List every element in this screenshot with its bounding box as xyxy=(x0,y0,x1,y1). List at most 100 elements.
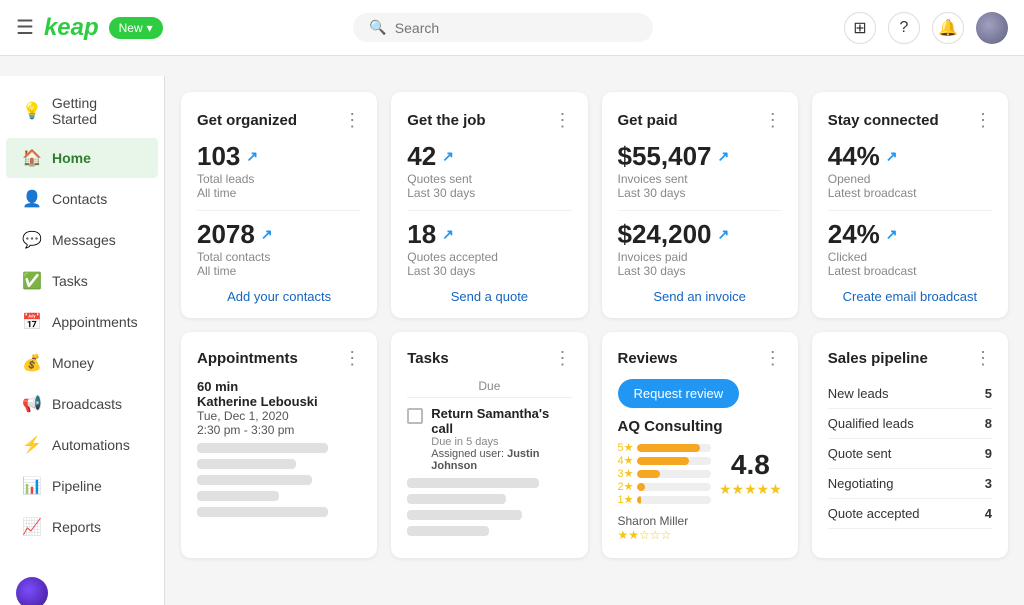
task-item: Return Samantha's call Due in 5 days Ass… xyxy=(407,406,571,472)
appointment-name: Katherine Lebouski xyxy=(197,394,361,409)
star-2-icon: 2★ xyxy=(618,480,634,493)
get-the-job-card: Get the job ⋮ 42 ↗ Quotes sent Last 30 d… xyxy=(391,92,587,318)
request-review-button[interactable]: Request review xyxy=(618,379,740,408)
opened-link[interactable]: ↗ xyxy=(886,148,898,165)
app-logo: keap xyxy=(44,14,99,42)
user-avatar[interactable] xyxy=(976,12,1008,44)
get-paid-menu[interactable]: ⋮ xyxy=(764,110,782,131)
invoices-paid-link[interactable]: ↗ xyxy=(717,226,729,243)
skeleton-line xyxy=(197,475,312,485)
get-the-job-menu[interactable]: ⋮ xyxy=(554,110,572,131)
quotes-sent-value: 42 ↗ xyxy=(407,141,571,172)
review-bar-3: 3★ xyxy=(618,467,711,480)
add-contacts-link[interactable]: Add your contacts xyxy=(227,289,331,304)
new-button[interactable]: New ▾ xyxy=(109,17,163,39)
review-bar-5: 5★ xyxy=(618,441,711,454)
sidebar-item-money[interactable]: 💰 Money xyxy=(6,343,158,383)
reviews-card-menu[interactable]: ⋮ xyxy=(764,348,782,369)
skeleton-line xyxy=(197,459,296,469)
opened-label: Opened Latest broadcast xyxy=(828,172,992,200)
get-the-job-title: Get the job xyxy=(407,112,485,129)
tasks-due-header: Due xyxy=(407,379,571,398)
quotes-accepted-link[interactable]: ↗ xyxy=(442,226,454,243)
star-4-icon: 4★ xyxy=(618,454,634,467)
appointments-card-title: Appointments xyxy=(197,350,298,367)
invoices-sent-value: $55,407 ↗ xyxy=(618,141,782,172)
sidebar-item-automations[interactable]: ⚡ Automations xyxy=(6,425,158,465)
quotes-sent-link[interactable]: ↗ xyxy=(442,148,454,165)
reviewer-stars: ★★☆☆☆ xyxy=(618,528,782,542)
sidebar-item-messages[interactable]: 💬 Messages xyxy=(6,220,158,260)
contacts-icon: 👤 xyxy=(22,189,42,209)
skeleton-line xyxy=(407,526,489,536)
sidebar-item-broadcasts[interactable]: 📢 Broadcasts xyxy=(6,384,158,424)
skeleton-line xyxy=(197,443,328,453)
skeleton-line xyxy=(197,491,279,501)
tasks-card-title: Tasks xyxy=(407,350,448,367)
get-paid-card: Get paid ⋮ $55,407 ↗ Invoices sent Last … xyxy=(602,92,798,318)
top-navigation: ☰ keap New ▾ 🔍 ⊞ ? 🔔 xyxy=(0,0,1024,56)
sidebar-user-avatar[interactable] xyxy=(16,577,48,605)
search-icon: 🔍 xyxy=(369,19,386,36)
send-invoice-link[interactable]: Send an invoice xyxy=(653,289,746,304)
review-stars: ★★★★★ xyxy=(719,481,782,498)
pipeline-card-menu[interactable]: ⋮ xyxy=(974,348,992,369)
pipeline-item-negotiating: Negotiating 3 xyxy=(828,469,992,499)
invoices-sent-label: Invoices sent Last 30 days xyxy=(618,172,782,200)
task-name: Return Samantha's call xyxy=(431,406,571,436)
pipeline-item-new-leads: New leads 5 xyxy=(828,379,992,409)
sidebar-item-pipeline[interactable]: 📊 Pipeline xyxy=(6,466,158,506)
invoices-paid-value: $24,200 ↗ xyxy=(618,219,782,250)
get-organized-menu[interactable]: ⋮ xyxy=(343,110,361,131)
skeleton-line xyxy=(407,510,522,520)
pipeline-items: New leads 5 Qualified leads 8 Quote sent… xyxy=(828,379,992,529)
task-checkbox[interactable] xyxy=(407,408,423,424)
invoices-sent-link[interactable]: ↗ xyxy=(717,148,729,165)
review-bar-2: 2★ xyxy=(618,480,711,493)
send-quote-link[interactable]: Send a quote xyxy=(451,289,528,304)
sidebar-item-getting-started[interactable]: 💡 Getting Started xyxy=(6,85,158,137)
bell-icon-button[interactable]: 🔔 xyxy=(932,12,964,44)
clicked-link[interactable]: ↗ xyxy=(886,226,898,243)
get-organized-card: Get organized ⋮ 103 ↗ Total leads All ti… xyxy=(181,92,377,318)
pipeline-item-qualified-leads: Qualified leads 8 xyxy=(828,409,992,439)
invoices-paid-label: Invoices paid Last 30 days xyxy=(618,250,782,278)
pipeline-item-quote-accepted: Quote accepted 4 xyxy=(828,499,992,529)
opened-value: 44% ↗ xyxy=(828,141,992,172)
main-content: Get organized ⋮ 103 ↗ Total leads All ti… xyxy=(165,76,1024,605)
skeleton-line xyxy=(197,507,328,517)
appointment-time: 2:30 pm - 3:30 pm xyxy=(197,423,361,437)
sidebar-item-contacts[interactable]: 👤 Contacts xyxy=(6,179,158,219)
reviews-card-title: Reviews xyxy=(618,350,678,367)
reviews-card: Reviews ⋮ Request review AQ Consulting 5… xyxy=(602,332,798,558)
pipeline-card-title: Sales pipeline xyxy=(828,350,928,367)
task-due-date: Due in 5 days xyxy=(431,436,571,448)
appointments-card-menu[interactable]: ⋮ xyxy=(343,348,361,369)
clicked-label: Clicked Latest broadcast xyxy=(828,250,992,278)
search-input[interactable] xyxy=(395,20,638,36)
total-contacts-link[interactable]: ↗ xyxy=(261,226,273,243)
sidebar: 💡 Getting Started 🏠 Home 👤 Contacts 💬 Me… xyxy=(0,76,165,605)
bottom-cards-grid: Appointments ⋮ 60 min Katherine Lebouski… xyxy=(181,332,1008,558)
broadcasts-icon: 📢 xyxy=(22,394,42,414)
search-bar: 🔍 xyxy=(353,13,653,42)
sales-pipeline-card: Sales pipeline ⋮ New leads 5 Qualified l… xyxy=(812,332,1008,558)
hamburger-menu[interactable]: ☰ xyxy=(16,15,34,40)
reviewer-name: Sharon Miller xyxy=(618,514,782,528)
grid-icon-button[interactable]: ⊞ xyxy=(844,12,876,44)
stay-connected-card: Stay connected ⋮ 44% ↗ Opened Latest bro… xyxy=(812,92,1008,318)
sidebar-item-reports[interactable]: 📈 Reports xyxy=(6,507,158,547)
tasks-card-menu[interactable]: ⋮ xyxy=(554,348,572,369)
sidebar-item-tasks[interactable]: ✅ Tasks xyxy=(6,261,158,301)
get-organized-title: Get organized xyxy=(197,112,297,129)
sidebar-item-appointments[interactable]: 📅 Appointments xyxy=(6,302,158,342)
create-broadcast-link[interactable]: Create email broadcast xyxy=(843,289,977,304)
review-score-section: 4.8 ★★★★★ xyxy=(719,449,782,498)
total-leads-link[interactable]: ↗ xyxy=(246,148,258,165)
help-icon-button[interactable]: ? xyxy=(888,12,920,44)
stay-connected-menu[interactable]: ⋮ xyxy=(974,110,992,131)
skeleton-line xyxy=(407,478,538,488)
review-layout: 5★ 4★ 3★ 2★ xyxy=(618,441,782,506)
sidebar-item-home[interactable]: 🏠 Home xyxy=(6,138,158,178)
quotes-accepted-value: 18 ↗ xyxy=(407,219,571,250)
